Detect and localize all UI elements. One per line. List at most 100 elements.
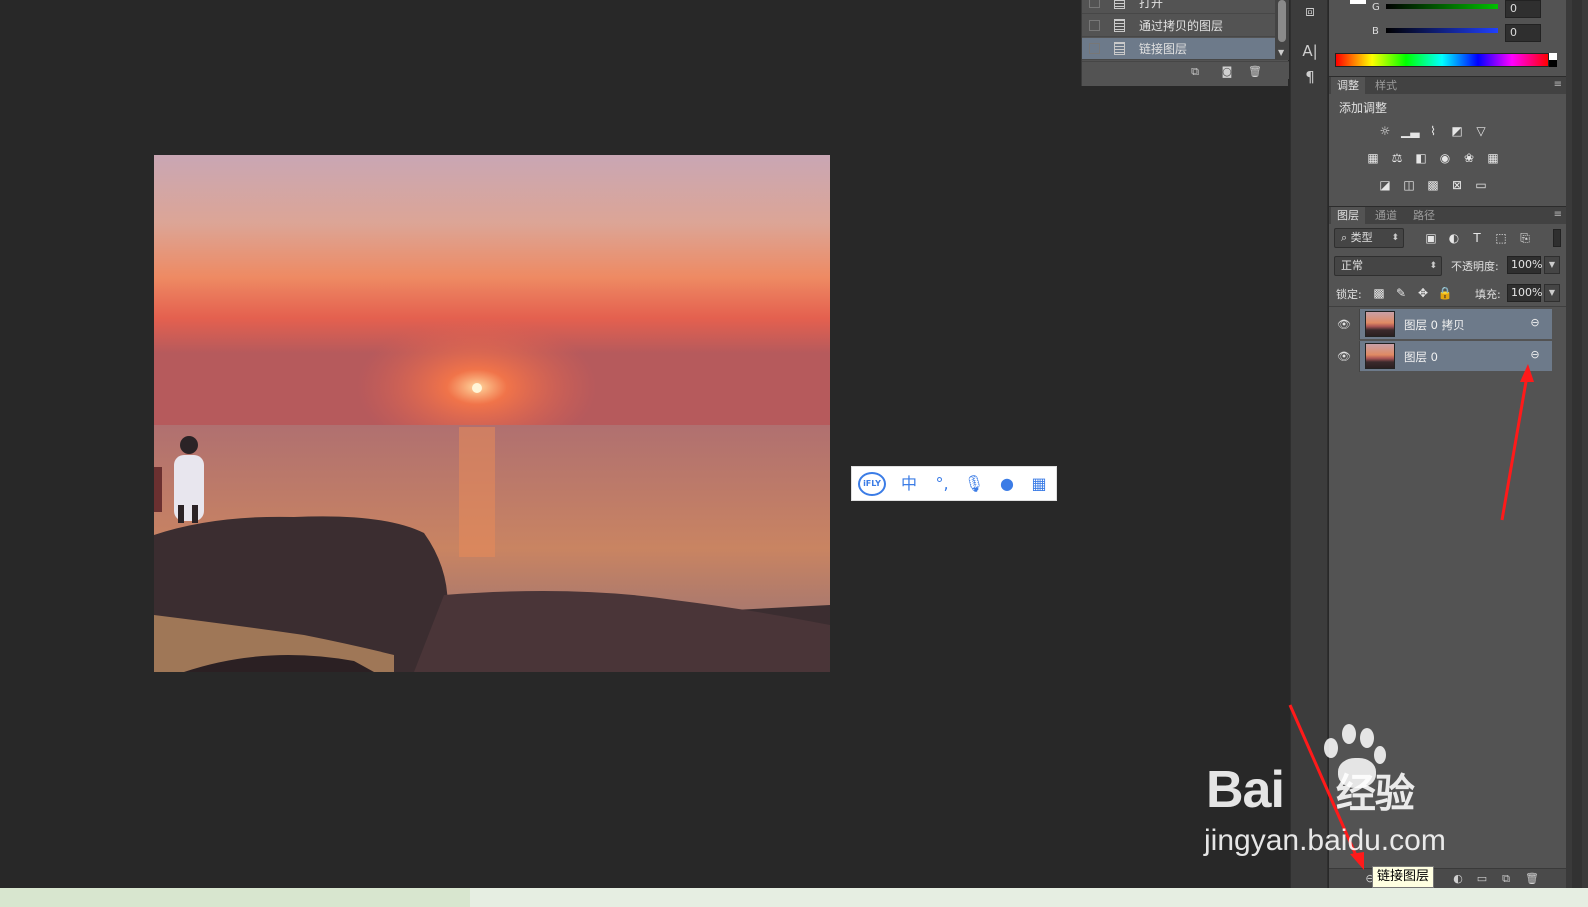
black-white-icon[interactable]: ◧ — [1413, 150, 1429, 166]
threshold-icon[interactable]: ▩ — [1425, 177, 1441, 193]
status-bar-segment — [0, 888, 470, 907]
updown-arrow-icon: ⬍ — [1429, 261, 1437, 271]
fill-input[interactable]: 100% — [1507, 284, 1542, 302]
color-channel-g: G 0 — [1329, 0, 1566, 20]
pixel-filter-icon[interactable]: ▣ — [1423, 230, 1439, 246]
trash-icon[interactable]: 🗑 — [1248, 65, 1262, 79]
black-white-ramp[interactable] — [1549, 53, 1557, 67]
history-item-copy-layer[interactable]: 通过拷贝的图层 — [1082, 15, 1275, 37]
history-item-link-layers[interactable]: 链接图层 — [1082, 38, 1275, 60]
vibrance-icon[interactable]: ▽ — [1473, 123, 1489, 139]
link-icon[interactable]: ⊖ — [1528, 348, 1542, 362]
hue-saturation-icon[interactable]: ▦ — [1365, 150, 1381, 166]
new-document-from-state-icon[interactable]: ⧉ — [1188, 65, 1202, 79]
tab-adjustments[interactable]: 调整 — [1331, 77, 1365, 95]
curves-icon[interactable]: ⌇ — [1425, 123, 1441, 139]
color-balance-icon[interactable]: ⚖ — [1389, 150, 1405, 166]
levels-icon[interactable]: ▁▃ — [1401, 123, 1419, 139]
layers-toolbar: ⊖ ◐ ▭ ⧉ 🗑 — [1329, 868, 1566, 888]
opacity-dropdown-arrow-icon[interactable]: ▼ — [1544, 256, 1560, 274]
sunset-photo-canvas[interactable] — [154, 155, 830, 672]
folder-icon[interactable]: ▭ — [1475, 872, 1489, 886]
tooltip: 链接图层 — [1372, 866, 1435, 888]
fill-dropdown-arrow-icon[interactable]: ▼ — [1544, 284, 1560, 302]
selective-color-icon[interactable]: ⊠ — [1449, 177, 1465, 193]
scroll-track — [1572, 0, 1582, 888]
history-source-checkbox[interactable] — [1089, 0, 1100, 8]
document-icon — [1114, 0, 1125, 9]
exposure-icon[interactable]: ◩ — [1449, 123, 1465, 139]
sunset-photo — [154, 155, 830, 672]
layer-filter-dropdown[interactable]: ⌕ 类型 ⬍ — [1334, 228, 1404, 248]
color-channel-b: B 0 — [1329, 24, 1566, 44]
channel-label: B — [1372, 26, 1379, 37]
document-workspace[interactable] — [0, 0, 1288, 888]
microphone-icon[interactable]: 🎙 — [962, 472, 986, 496]
color-lookup-icon[interactable]: ▦ — [1485, 150, 1501, 166]
panel-scrollbar[interactable] — [1566, 0, 1588, 888]
channel-slider[interactable] — [1386, 4, 1498, 9]
panel-menu-icon[interactable]: ≡ — [1554, 79, 1562, 90]
opacity-input[interactable]: 100% — [1507, 256, 1542, 274]
history-source-checkbox[interactable] — [1089, 20, 1100, 31]
tab-layers[interactable]: 图层 — [1331, 207, 1365, 225]
panel-dock-strip: ⧈ A| ¶ — [1290, 0, 1328, 888]
lock-transparency-icon[interactable]: ▩ — [1371, 285, 1387, 301]
posterize-icon[interactable]: ◫ — [1401, 177, 1417, 193]
adjustment-layer-icon[interactable]: ◐ — [1451, 872, 1465, 886]
type-filter-icon[interactable]: T — [1469, 230, 1485, 246]
panel-menu-icon[interactable]: ≡ — [1554, 209, 1562, 220]
ifly-logo-icon[interactable]: iFLY — [858, 472, 886, 496]
adjustments-tabbar: 调整 样式 ≡ — [1329, 76, 1566, 95]
tab-styles[interactable]: 样式 — [1369, 77, 1403, 95]
updown-arrow-icon: ⬍ — [1391, 233, 1399, 243]
history-scrollbar[interactable]: ▼ — [1275, 0, 1289, 60]
blend-mode-dropdown[interactable]: 正常 ⬍ — [1334, 256, 1442, 276]
lock-label: 锁定: — [1336, 288, 1362, 301]
scroll-down-arrow-icon[interactable]: ▼ — [1278, 48, 1284, 57]
history-item-open[interactable]: 打开 — [1082, 0, 1275, 14]
channel-mixer-icon[interactable]: ❀ — [1461, 150, 1477, 166]
color-spectrum-ramp[interactable] — [1335, 53, 1549, 67]
history-scroll-thumb[interactable] — [1278, 0, 1286, 42]
lock-brush-icon[interactable]: ✎ — [1393, 285, 1409, 301]
photo-filter-icon[interactable]: ◉ — [1437, 150, 1453, 166]
document-icon — [1114, 42, 1125, 55]
tab-paths[interactable]: 路径 — [1407, 207, 1441, 225]
layers-tabbar: 图层 通道 路径 ≡ — [1329, 206, 1566, 225]
gradient-map-icon[interactable]: ▭ — [1473, 177, 1489, 193]
eye-icon[interactable]: 👁 — [1329, 309, 1360, 340]
shape-filter-icon[interactable]: ⬚ — [1493, 230, 1509, 246]
3d-panel-icon[interactable]: ⧈ — [1299, 0, 1321, 22]
trash-icon[interactable]: 🗑 — [1525, 872, 1539, 886]
lock-position-icon[interactable]: ✥ — [1415, 285, 1431, 301]
fill-label: 填充: — [1475, 288, 1501, 301]
lock-all-icon[interactable]: 🔒 — [1437, 285, 1453, 301]
paragraph-panel-icon[interactable]: ¶ — [1299, 66, 1321, 88]
history-source-checkbox[interactable] — [1089, 43, 1100, 54]
eye-icon[interactable]: 👁 — [1329, 341, 1360, 372]
tab-channels[interactable]: 通道 — [1369, 207, 1403, 225]
layer-row-body[interactable]: 图层 0 拷贝 ⊖ — [1360, 309, 1552, 340]
channel-slider[interactable] — [1386, 28, 1498, 33]
invert-icon[interactable]: ◪ — [1377, 177, 1393, 193]
apps-grid-icon[interactable]: ▦ — [1027, 472, 1051, 496]
layer-row[interactable]: 👁 图层 0 ⊖ — [1329, 341, 1552, 372]
status-bar — [0, 888, 1588, 907]
user-icon[interactable]: ● — [995, 472, 1019, 496]
layer-row[interactable]: 👁 图层 0 拷贝 ⊖ — [1329, 309, 1552, 340]
new-layer-icon[interactable]: ⧉ — [1499, 872, 1513, 886]
character-panel-icon[interactable]: A| — [1299, 40, 1321, 62]
ime-mode-button[interactable]: 中 — [897, 472, 921, 496]
adjustments-heading: 添加调整 — [1339, 101, 1388, 115]
adjustment-filter-icon[interactable]: ◐ — [1446, 230, 1462, 246]
link-icon[interactable]: ⊖ — [1528, 316, 1542, 330]
smart-object-filter-icon[interactable]: ⎘ — [1517, 230, 1533, 246]
layer-row-body[interactable]: 图层 0 ⊖ — [1360, 341, 1552, 372]
camera-icon[interactable]: ◙ — [1220, 65, 1234, 79]
channel-value-input[interactable]: 0 — [1505, 0, 1541, 18]
brightness-icon[interactable]: ☼ — [1377, 123, 1393, 139]
punctuation-button[interactable]: °, — [930, 472, 954, 496]
channel-value-input[interactable]: 0 — [1505, 24, 1541, 42]
filter-toggle-switch[interactable] — [1553, 229, 1561, 247]
